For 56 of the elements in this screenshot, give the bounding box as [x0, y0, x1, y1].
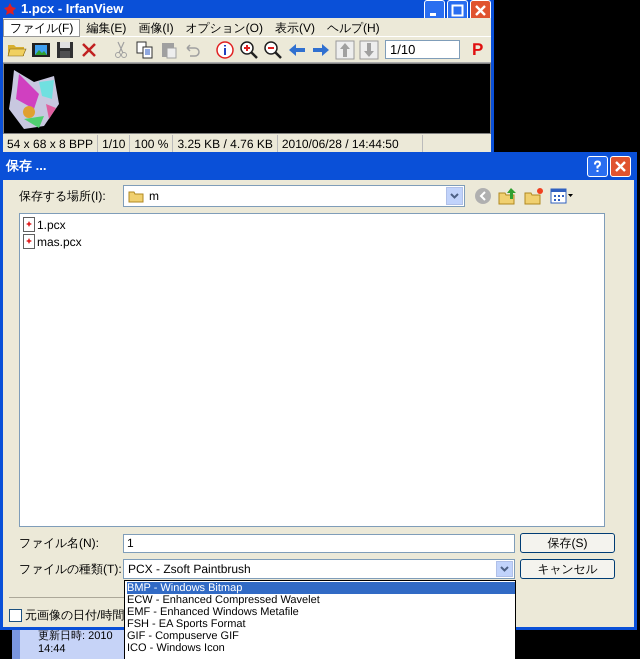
info-text: 14:44: [38, 643, 67, 656]
file-type-option[interactable]: ICO - Windows Icon: [127, 642, 515, 654]
zoom-in-icon[interactable]: [239, 40, 259, 60]
minimize-icon: [430, 12, 436, 16]
menu-item[interactable]: ヘルプ(H): [320, 18, 386, 36]
file-type-option[interactable]: BMP - Windows Bitmap: [127, 582, 515, 594]
print-button[interactable]: P: [472, 41, 484, 58]
file-type-option[interactable]: FSH - EA Sports Format: [127, 618, 515, 630]
page-field[interactable]: 1/10: [385, 40, 460, 59]
file-type-value: PCX - Zsoft Paintbrush: [128, 561, 252, 578]
back-icon[interactable]: [474, 187, 492, 205]
menu-item[interactable]: 編集(E): [80, 18, 132, 36]
help-button[interactable]: [587, 156, 608, 176]
close-button[interactable]: [610, 156, 631, 176]
file-type-option[interactable]: EMF - Enhanced Windows Metafile: [127, 606, 515, 618]
caret-icon: [450, 193, 459, 199]
cancel-button[interactable]: キャンセル: [520, 559, 615, 579]
floppy-icon[interactable]: [55, 40, 75, 60]
save-button[interactable]: 保存(S): [520, 533, 615, 553]
app-icon: [3, 2, 17, 16]
checkbox[interactable]: [9, 608, 22, 622]
location-label: 保存する場所(I):: [19, 188, 107, 205]
maximize-icon: [451, 4, 464, 17]
file-type-dropdown[interactable]: PCX - Zsoft Paintbrush: [123, 559, 515, 579]
file-type-label: ファイルの種類(T):: [19, 561, 123, 578]
caret-icon: [500, 566, 509, 572]
menu-item[interactable]: オプション(O): [180, 18, 269, 36]
location-dropdown[interactable]: m: [123, 185, 465, 207]
help-icon: [591, 160, 604, 172]
filename-label: ファイル名(N):: [19, 535, 100, 552]
menu-item[interactable]: 画像(I): [132, 18, 180, 36]
window-title: 1.pcx - IrfanView: [21, 0, 124, 18]
view-menu-icon[interactable]: [550, 188, 574, 204]
info-text: 更新日時: 2010: [38, 630, 114, 643]
menu-item[interactable]: 表示(V): [268, 18, 321, 36]
zoom-out-icon[interactable]: [263, 40, 283, 60]
file-type-option[interactable]: ECW - Enhanced Compressed Wavelet: [127, 594, 515, 606]
menu-item[interactable]: ファイル(F): [3, 18, 80, 36]
location-value: m: [149, 188, 160, 205]
file-icon: [23, 217, 35, 232]
copy-icon[interactable]: [135, 40, 155, 60]
dropdown-button[interactable]: [446, 187, 463, 205]
folder-up-icon[interactable]: [498, 187, 518, 205]
dropdown-button[interactable]: [496, 561, 513, 577]
close-icon: [614, 160, 627, 172]
dialog-title: 保存 ...: [6, 157, 48, 176]
file-name[interactable]: mas.pcx: [37, 232, 82, 250]
file-name[interactable]: 1.pcx: [37, 216, 66, 234]
filename-field[interactable]: 1: [123, 534, 515, 552]
info-icon[interactable]: [215, 40, 235, 60]
new-folder-icon[interactable]: [524, 187, 544, 205]
close-icon: [474, 4, 487, 17]
checkbox-label: 元画像の日付/時間: [25, 607, 124, 624]
file-icon: [23, 234, 35, 249]
file-type-option[interactable]: GIF - Compuserve GIF: [127, 630, 515, 642]
folder-icon: [128, 189, 144, 203]
